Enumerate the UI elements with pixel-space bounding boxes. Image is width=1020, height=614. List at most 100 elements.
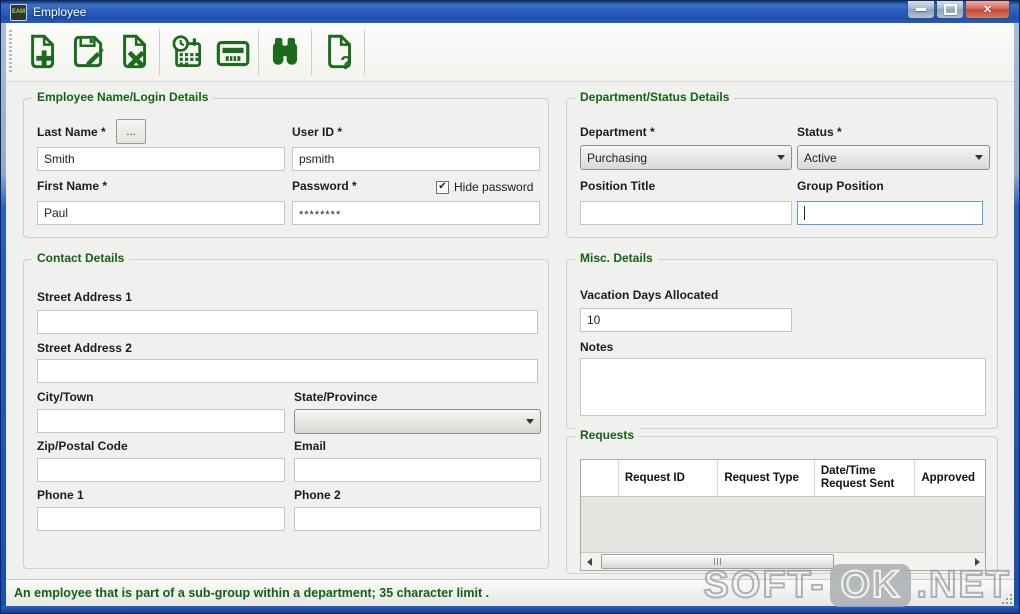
street-address-1-input[interactable] [37, 310, 538, 334]
vacation-days-label: Vacation Days Allocated [580, 288, 719, 302]
chevron-down-icon [526, 419, 534, 424]
scroll-right-button[interactable] [969, 553, 985, 570]
toolbar-grip[interactable] [9, 30, 12, 74]
new-record-button[interactable] [18, 28, 64, 76]
hide-password-checkrow: Hide password [436, 180, 533, 194]
maximize-icon [943, 4, 957, 15]
window-controls: ✕ [906, 1, 1010, 19]
zip-postal-code-input[interactable] [37, 458, 285, 482]
column-header-row-selector[interactable] [581, 460, 619, 496]
position-title-label: Position Title [580, 179, 656, 193]
state-province-dropdown[interactable] [294, 409, 541, 434]
group-title: Employee Name/Login Details [32, 90, 214, 104]
requests-table-header: Request ID Request Type Date/Time Reques… [581, 460, 985, 497]
phone-2-label: Phone 2 [294, 488, 341, 502]
toolbar-separator [258, 29, 259, 75]
status-text: An employee that is part of a sub-group … [14, 586, 490, 600]
hide-password-checkbox[interactable] [436, 180, 449, 194]
close-icon: ✕ [982, 4, 993, 16]
phone-1-label: Phone 1 [37, 488, 84, 502]
notes-input[interactable] [580, 358, 986, 416]
toolbar-separator [159, 29, 160, 75]
status-label: Status * [797, 125, 842, 139]
resize-grip[interactable] [1000, 592, 1012, 604]
save-record-icon [66, 31, 108, 73]
email-label: Email [294, 439, 327, 453]
column-header-request-type[interactable]: Request Type [718, 460, 815, 496]
department-label: Department * [580, 125, 655, 139]
group-title: Requests [575, 428, 640, 442]
password-label: Password * [292, 179, 357, 193]
date-time-button[interactable] [163, 28, 209, 76]
window-border-bottom [1, 606, 1019, 613]
window-border-right [1014, 23, 1019, 613]
arrow-right-icon [974, 557, 980, 566]
email-input[interactable] [294, 458, 541, 482]
minimize-icon [916, 8, 926, 11]
titlebar[interactable]: EAM Employee ✕ [1, 1, 1019, 23]
arrow-left-icon [586, 557, 592, 566]
column-header-request-id[interactable]: Request ID [619, 460, 719, 496]
cancel-record-icon [112, 31, 154, 73]
group-requests: Requests Request ID Request Type Date/Ti… [566, 428, 998, 574]
column-header-approved[interactable]: Approved [915, 460, 985, 496]
requests-table-body [581, 497, 985, 552]
scrollbar-grip-icon [716, 558, 718, 565]
user-id-input[interactable]: psmith [292, 147, 540, 171]
phone-2-input[interactable] [294, 507, 541, 531]
maximize-button[interactable] [936, 1, 964, 19]
zip-postal-code-label: Zip/Postal Code [37, 439, 128, 453]
group-contact-details: Contact Details Street Address 1 Street … [23, 251, 549, 569]
window-title: Employee [33, 5, 87, 19]
save-record-button[interactable] [64, 28, 110, 76]
scroll-left-button[interactable] [581, 553, 597, 570]
toolbar-separator [364, 29, 365, 75]
status-bar: An employee that is part of a sub-group … [6, 579, 1014, 606]
search-button[interactable] [262, 28, 308, 76]
scrollbar-track[interactable] [597, 553, 969, 570]
department-value: Purchasing [587, 150, 648, 165]
card-view-icon [211, 31, 253, 73]
street-address-2-input[interactable] [37, 359, 538, 383]
requests-table: Request ID Request Type Date/Time Reques… [580, 459, 986, 571]
vacation-days-input[interactable]: 10 [580, 308, 792, 332]
scrollbar-thumb[interactable] [601, 554, 834, 569]
group-position-label: Group Position [797, 179, 884, 193]
status-dropdown[interactable]: Active [797, 145, 990, 170]
hide-password-label: Hide password [454, 180, 534, 194]
first-name-label: First Name * [37, 179, 108, 193]
group-misc-details: Misc. Details Vacation Days Allocated 10… [566, 251, 998, 429]
last-name-label: Last Name * [37, 125, 106, 139]
notes-label: Notes [580, 340, 614, 354]
password-input[interactable]: ******** [292, 201, 540, 225]
help-button[interactable]: ? [315, 28, 361, 76]
last-name-input[interactable]: Smith [37, 147, 285, 171]
user-id-label: User ID * [292, 125, 343, 139]
column-header-date-time-request-sent[interactable]: Date/Time Request Sent [815, 460, 916, 496]
close-button[interactable]: ✕ [965, 1, 1010, 19]
department-dropdown[interactable]: Purchasing [580, 145, 792, 170]
position-title-input[interactable] [580, 201, 792, 225]
group-department-status: Department/Status Details Department * S… [566, 90, 998, 238]
employee-window: EAM Employee ✕ ? Employee Name/Login Det… [0, 0, 1020, 614]
group-employee-name-login: Employee Name/Login Details Last Name * … [23, 90, 549, 238]
card-view-button[interactable] [209, 28, 255, 76]
phone-1-input[interactable] [37, 507, 285, 531]
state-province-label: State/Province [294, 390, 378, 404]
requests-horizontal-scrollbar [581, 552, 985, 570]
calendar-clock-icon [165, 31, 207, 73]
first-name-input[interactable]: Paul [37, 201, 285, 225]
minimize-button[interactable] [907, 1, 935, 19]
status-value: Active [804, 150, 837, 165]
last-name-browse-button[interactable]: ... [116, 119, 146, 144]
group-position-input[interactable] [797, 201, 983, 225]
toolbar: ? [6, 23, 1014, 82]
city-town-input[interactable] [37, 409, 285, 433]
text-caret [804, 205, 805, 220]
toolbar-separator [311, 29, 312, 75]
group-title: Misc. Details [575, 251, 658, 265]
chevron-down-icon [777, 155, 785, 160]
cancel-record-button[interactable] [110, 28, 156, 76]
svg-text:?: ? [340, 53, 352, 73]
group-title: Department/Status Details [575, 90, 735, 104]
